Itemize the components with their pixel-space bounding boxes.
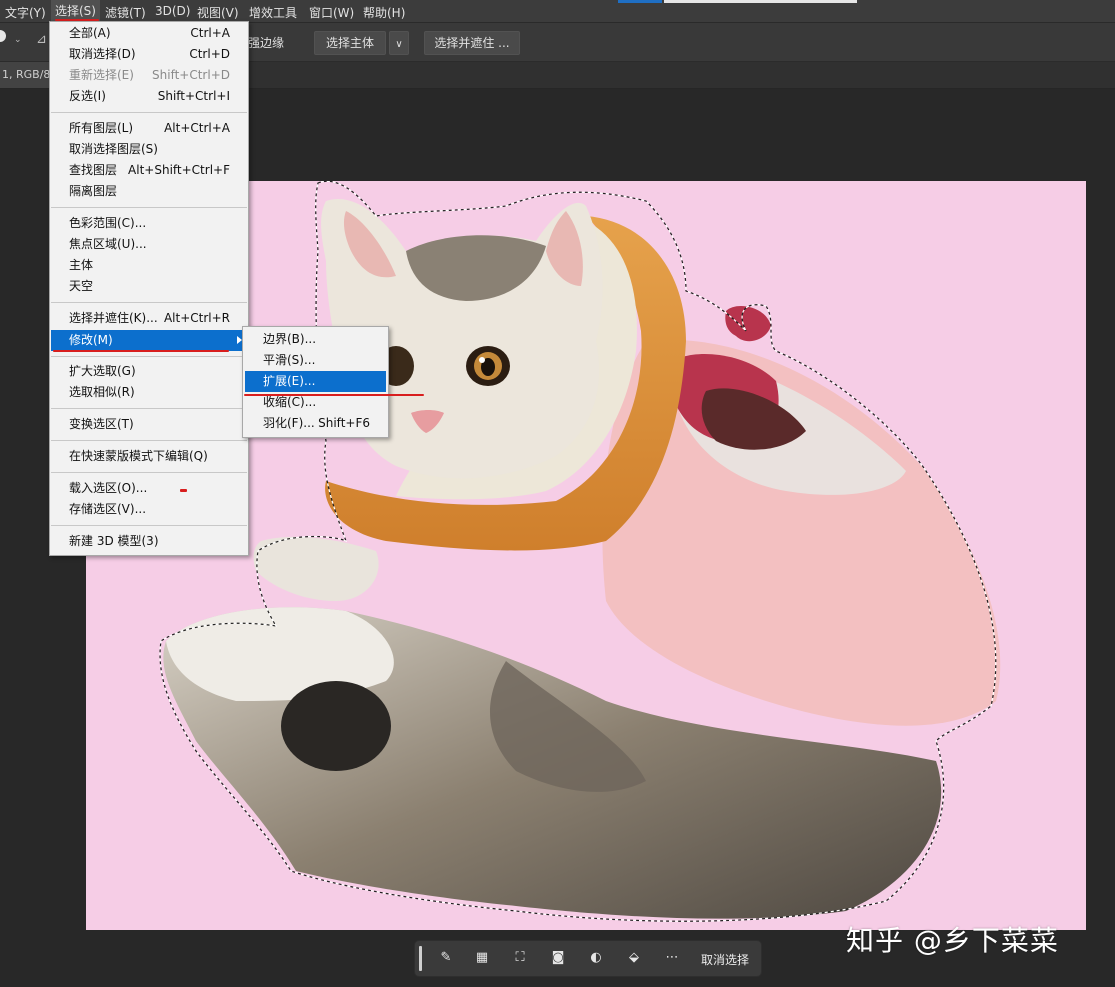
chevron-down-icon: ∨ (395, 39, 403, 50)
drag-handle[interactable] (419, 946, 422, 971)
more-icon[interactable]: ⋯ (663, 949, 681, 967)
menu-item-deselect-layers[interactable]: 取消选择图层(S) (51, 139, 247, 160)
fill-icon[interactable]: ⬙ (625, 949, 643, 967)
menu-divider (51, 472, 247, 473)
menu-item-find-layers[interactable]: 查找图层 Alt+Shift+Ctrl+F (51, 160, 247, 181)
annotation-underline-modify (53, 350, 229, 352)
select-and-mask-button[interactable]: 选择并遮住 ... (424, 31, 520, 55)
submenu-item-border[interactable]: 边界(B)... (245, 329, 386, 350)
menu-item-isolate-layers[interactable]: 隔离图层 (51, 181, 247, 202)
select-menu: 全部(A) Ctrl+A 取消选择(D) Ctrl+D 重新选择(E) Shift+C… (49, 21, 249, 556)
menu-item-color-range[interactable]: 色彩范围(C)... (51, 213, 247, 234)
window-tab-strip (664, 0, 857, 3)
window-tab-strip-active (618, 0, 662, 3)
modify-submenu: 边界(B)... 平滑(S)... 扩展(E)... 收缩(C)... 羽化(F… (242, 326, 389, 438)
annotation-mark (180, 489, 187, 492)
menu-item-all[interactable]: 全部(A) Ctrl+A (51, 23, 247, 44)
submenu-item-feather[interactable]: 羽化(F)... Shift+F6 (245, 413, 386, 434)
menu-divider (51, 408, 247, 409)
menu-divider (51, 112, 247, 113)
menu-window[interactable]: 窗口(W) (309, 4, 354, 21)
menu-view[interactable]: 视图(V) (197, 4, 239, 21)
menu-item-transform-selection[interactable]: 变换选区(T) (51, 414, 247, 435)
menu-item-load-selection[interactable]: 载入选区(O)... (51, 478, 247, 499)
menu-divider (51, 525, 247, 526)
menu-item-deselect[interactable]: 取消选择(D) Ctrl+D (51, 44, 247, 65)
menu-item-similar[interactable]: 选取相似(R) (51, 382, 247, 403)
menu-item-subject[interactable]: 主体 (51, 255, 247, 276)
menu-divider (51, 440, 247, 441)
annotation-underline-expand (244, 394, 424, 396)
menu-item-modify[interactable]: 修改(M) (51, 330, 247, 351)
angle-icon[interactable]: ⊿ (36, 32, 47, 47)
select-subject-dropdown[interactable]: ∨ (389, 31, 409, 55)
submenu-item-smooth[interactable]: 平滑(S)... (245, 350, 386, 371)
menu-item-all-layers[interactable]: 所有图层(L) Alt+Ctrl+A (51, 118, 247, 139)
menu-item-sky[interactable]: 天空 (51, 276, 247, 297)
transform-icon[interactable]: ⛶ (511, 949, 529, 967)
watermark: 知乎 @乡下菜菜 (846, 924, 1059, 957)
menu-item-reselect: 重新选择(E) Shift+Ctrl+D (69, 68, 230, 82)
document-tab-title: 1, RGB/8 (2, 68, 51, 81)
select-subject-button[interactable]: 选择主体 (314, 31, 386, 55)
menu-item-new-3d-model[interactable]: 新建 3D 模型(3) (51, 531, 247, 552)
menu-bar: 文字(Y) 选择(S) 滤镜(T) 3D(D) 视图(V) 增效工具 窗口(W)… (0, 0, 1115, 23)
menu-divider (51, 356, 247, 357)
menu-divider (51, 302, 247, 303)
menu-help[interactable]: 帮助(H) (363, 4, 405, 21)
mask-icon[interactable]: ◙ (549, 949, 567, 967)
contextual-task-bar: ✎ ▦ ⛶ ◙ ◐ ⬙ ⋯ 取消选择 (414, 940, 762, 977)
menu-3d[interactable]: 3D(D) (155, 4, 190, 18)
adjustment-icon[interactable]: ◐ (587, 949, 605, 967)
menu-item-quick-mask[interactable]: 在快速蒙版模式下编辑(Q) (51, 446, 247, 467)
submenu-item-expand[interactable]: 扩展(E)... (245, 371, 386, 392)
chevron-down-icon[interactable]: ⌄ (14, 35, 22, 45)
deselect-button[interactable]: 取消选择 (701, 951, 749, 968)
menu-divider (51, 207, 247, 208)
menu-item-save-selection[interactable]: 存储选区(V)... (51, 499, 247, 520)
enhance-edge-label[interactable]: 强边缘 (248, 34, 284, 51)
brush-preset-icon[interactable] (0, 30, 6, 42)
menu-type[interactable]: 文字(Y) (5, 4, 46, 21)
menu-item-select-and-mask[interactable]: 选择并遮住(K)... Alt+Ctrl+R (51, 308, 247, 329)
menu-item-inverse[interactable]: 反选(I) Shift+Ctrl+I (51, 86, 247, 107)
menu-item-focus-area[interactable]: 焦点区域(U)... (51, 234, 247, 255)
brush-icon[interactable]: ✎ (437, 949, 455, 967)
menu-plugins[interactable]: 增效工具 (249, 4, 297, 21)
menu-item-grow[interactable]: 扩大选取(G) (51, 361, 247, 382)
checker-mask-icon[interactable]: ▦ (473, 949, 491, 967)
menu-filter[interactable]: 滤镜(T) (105, 4, 146, 21)
